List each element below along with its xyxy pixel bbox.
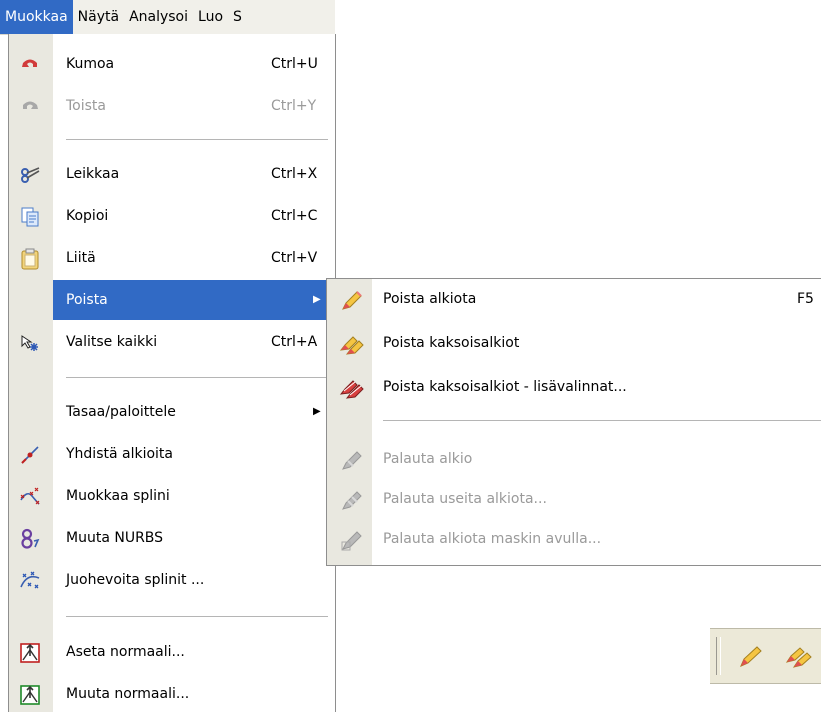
menubar-item-luo[interactable]: Luo xyxy=(193,0,228,34)
pencil-eraser-icon xyxy=(740,646,762,667)
menu-item-delete[interactable]: Poista ▶ xyxy=(53,280,335,320)
toolbar-grip[interactable] xyxy=(716,637,721,675)
double-eraser-icon xyxy=(339,332,365,356)
menu-item-undo[interactable]: Kumoa Ctrl+U xyxy=(9,44,335,84)
menubar: Muokkaa Näytä Analysoi Luo S xyxy=(0,0,335,35)
menu-item-redo[interactable]: Toista Ctrl+Y xyxy=(9,86,335,126)
menu-item-nurbs[interactable]: Muuta NURBS xyxy=(9,518,335,558)
menu-item-change-normal[interactable]: Muuta normaali... xyxy=(9,674,335,714)
menubar-item-nayta[interactable]: Näytä xyxy=(73,0,124,34)
menu-separator xyxy=(66,377,328,379)
menu-separator xyxy=(66,616,328,618)
submenu-item-delete-entity[interactable]: Poista alkiota F5 xyxy=(327,279,821,319)
menu-item-smooth-splines[interactable]: Juohevoita splinit ... xyxy=(9,560,335,600)
edit-menu: Kumoa Ctrl+U Toista Ctrl+Y Leikkaa Ctrl+… xyxy=(8,34,336,712)
normal-red-icon xyxy=(19,642,41,664)
menu-item-copy[interactable]: Kopioi Ctrl+C xyxy=(9,196,335,236)
nurbs-icon xyxy=(19,528,41,550)
delete-toolbar xyxy=(710,628,821,684)
menu-item-paste[interactable]: Liitä Ctrl+V xyxy=(9,238,335,278)
copy-icon xyxy=(19,206,41,228)
menu-item-align-split[interactable]: Tasaa/paloittele ▶ xyxy=(9,392,335,432)
menu-item-join[interactable]: Yhdistä alkioita xyxy=(9,434,335,474)
submenu-item-delete-duplicates[interactable]: Poista kaksoisalkiot xyxy=(327,323,821,363)
restore-mask-icon xyxy=(339,528,365,552)
join-icon xyxy=(19,444,41,466)
double-eraser-red-icon xyxy=(339,376,365,400)
menu-item-cut[interactable]: Leikkaa Ctrl+X xyxy=(9,154,335,194)
undo-icon xyxy=(19,54,41,76)
restore-many-icon xyxy=(339,488,365,512)
menubar-item-s[interactable]: S xyxy=(228,0,247,34)
toolbar-delete-duplicates-button[interactable] xyxy=(784,642,814,670)
scissors-icon xyxy=(19,164,41,186)
submenu-item-restore-mask[interactable]: Palauta alkiota maskin avulla... xyxy=(327,519,821,559)
restore-icon xyxy=(339,448,365,472)
submenu-item-restore-entity[interactable]: Palauta alkio xyxy=(327,439,821,479)
submenu-item-delete-duplicates-advanced[interactable]: Poista kaksoisalkiot - lisävalinnat... xyxy=(327,367,821,407)
menu-item-select-all[interactable]: Valitse kaikki Ctrl+A xyxy=(9,322,335,362)
submenu-arrow-icon: ▶ xyxy=(313,294,321,305)
redo-icon xyxy=(19,96,41,118)
menu-item-edit-spline[interactable]: Muokkaa splini xyxy=(9,476,335,516)
menu-separator xyxy=(66,139,328,141)
normal-green-icon xyxy=(19,684,41,706)
select-all-icon xyxy=(19,332,41,354)
menu-item-set-normal[interactable]: Aseta normaali... xyxy=(9,632,335,672)
submenu-item-restore-many[interactable]: Palauta useita alkiota... xyxy=(327,479,821,519)
pencil-eraser-icon xyxy=(339,288,365,312)
submenu-separator xyxy=(383,420,821,422)
double-eraser-icon xyxy=(785,647,812,668)
submenu-arrow-icon: ▶ xyxy=(313,406,321,417)
menu-icon-gutter xyxy=(9,34,53,712)
menubar-item-analysoi[interactable]: Analysoi xyxy=(124,0,193,34)
toolbar-delete-entity-button[interactable] xyxy=(736,642,766,670)
smooth-icon xyxy=(19,570,41,592)
spline-icon xyxy=(19,486,41,508)
menubar-item-muokkaa[interactable]: Muokkaa xyxy=(0,0,73,34)
delete-submenu: Poista alkiota F5 Poista kaksoisalkiot P… xyxy=(326,278,821,566)
paste-icon xyxy=(19,248,41,270)
